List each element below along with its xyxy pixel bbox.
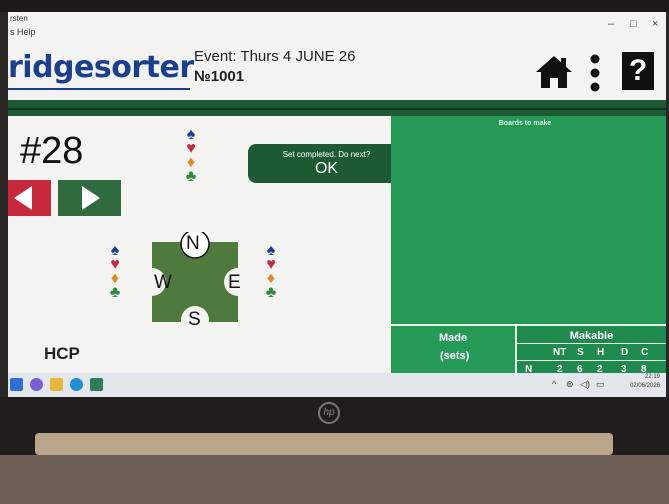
north-suits: ♠ ♥ ♦ ♣ [184, 127, 198, 185]
made-sets-label: (sets) [440, 350, 470, 362]
made-label: Made [439, 332, 468, 344]
arrow-left-icon [14, 186, 32, 210]
laptop-base [0, 455, 669, 504]
club-icon: ♣ [185, 168, 197, 185]
east-suits: ♠ ♥ ♦ ♣ [264, 243, 278, 301]
home-icon[interactable] [534, 54, 574, 95]
app-logo: ridgesorter [8, 50, 194, 85]
west-seat[interactable]: W [154, 272, 172, 294]
clock-date[interactable]: 02/06/2026 [620, 383, 660, 389]
event-title: Event: Thurs 4 JUNE 26 [194, 48, 356, 65]
south-seat[interactable]: S [188, 309, 201, 331]
col-h: H [597, 347, 605, 358]
minimize-button[interactable]: – [608, 18, 614, 30]
close-button[interactable]: × [652, 18, 658, 30]
east-seat[interactable]: E [228, 272, 241, 294]
col-s: S [577, 347, 584, 358]
col-nt: NT [553, 347, 567, 358]
club-icon: ♣ [109, 284, 121, 301]
compass-table: N S W E [138, 229, 252, 337]
ok-button[interactable]: OK [248, 160, 405, 178]
laptop-hinge [35, 433, 613, 455]
folder-icon[interactable] [50, 378, 63, 391]
prev-board-button[interactable] [8, 180, 51, 216]
tray-chevron-icon[interactable]: ^ [552, 379, 556, 389]
windows-taskbar: ^ ⊜ ◁) ▭ 22:19 02/06/2026 [8, 373, 666, 397]
dialog-message: Set completed. Do next? [282, 150, 371, 159]
clock-time[interactable]: 22:19 [620, 374, 660, 380]
north-seat[interactable]: N [186, 233, 200, 255]
title-bar: rsten s Help – □ × [8, 12, 666, 40]
west-suits: ♠ ♥ ♦ ♣ [108, 243, 122, 301]
start-icon[interactable] [10, 378, 23, 391]
header-divider [8, 100, 666, 116]
app-screen: rsten s Help – □ × ridgesorter Event: Th… [8, 12, 666, 397]
network-icon[interactable]: ⊜ [566, 379, 574, 390]
app-header: ridgesorter Event: Thurs 4 JUNE 26 №1001… [8, 40, 666, 100]
window-title: rsten [10, 14, 28, 23]
hp-logo: hp [318, 402, 340, 424]
board-number: #28 [20, 130, 84, 172]
next-board-button[interactable] [58, 180, 121, 216]
edge-icon[interactable] [70, 378, 83, 391]
laptop-bezel-top [0, 0, 669, 12]
makable-title: Makable [569, 330, 614, 342]
maximize-button[interactable]: □ [630, 18, 637, 30]
help-icon[interactable]: ? [622, 52, 654, 90]
club-icon: ♣ [265, 284, 277, 301]
app-icon[interactable] [90, 378, 103, 391]
menu-help[interactable]: s Help [10, 27, 36, 37]
more-vertical-icon[interactable] [588, 54, 602, 97]
hcp-label: HCP [44, 344, 80, 363]
logo-underline [8, 88, 190, 90]
completion-dialog: Set completed. Do next? OK [248, 144, 405, 183]
volume-icon[interactable]: ◁) [580, 379, 590, 390]
col-c: C [641, 347, 649, 358]
battery-icon[interactable]: ▭ [596, 379, 605, 390]
browser-icon[interactable] [30, 378, 43, 391]
event-number: №1001 [194, 68, 245, 85]
arrow-right-icon [82, 186, 100, 210]
boards-to-make-title: Boards to make [498, 120, 552, 127]
col-d: D [621, 347, 629, 358]
